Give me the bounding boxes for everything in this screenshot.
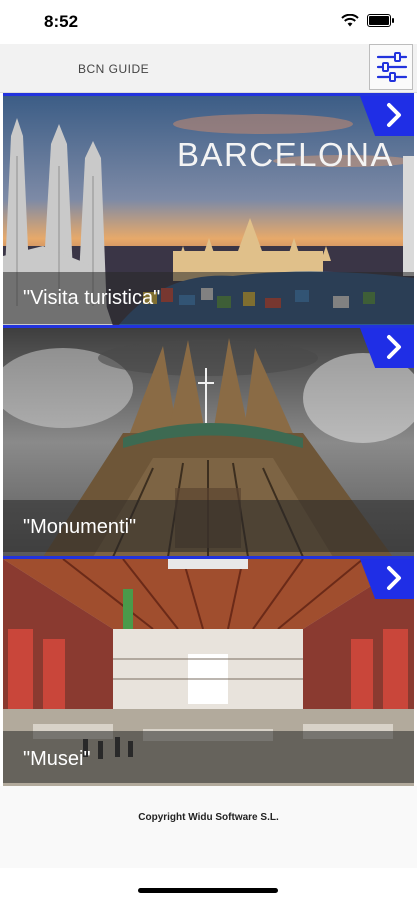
wifi-icon xyxy=(341,14,359,27)
filter-button[interactable] xyxy=(369,44,413,90)
chevron-right-icon xyxy=(387,566,401,590)
museums-caption: "Musei" xyxy=(23,748,91,770)
battery-icon xyxy=(367,14,394,27)
museums-panel[interactable]: "Musei" xyxy=(3,556,414,788)
status-time: 8:52 xyxy=(44,12,79,31)
city-title: BARCELONA xyxy=(176,136,394,173)
nav-title: BCN GUIDE xyxy=(78,62,150,76)
nav-bar: BCN GUIDE xyxy=(0,44,417,93)
tour-caption: "Visita turistica" xyxy=(23,287,161,309)
status-icons xyxy=(341,14,394,27)
chevron-right-icon xyxy=(387,335,401,359)
home-indicator[interactable] xyxy=(138,888,278,893)
sliders-icon xyxy=(376,52,408,82)
status-bar: 8:52 xyxy=(0,0,417,44)
tour-panel[interactable]: BARCELONA "Visita turistica" xyxy=(3,93,414,326)
monuments-panel[interactable]: "Monumenti" xyxy=(3,325,414,557)
monuments-caption: "Monumenti" xyxy=(23,516,137,538)
footer: Copyright Widu Software S.L. xyxy=(0,786,417,868)
copyright-text: Copyright Widu Software S.L. xyxy=(138,812,279,823)
chevron-right-icon xyxy=(387,103,401,127)
